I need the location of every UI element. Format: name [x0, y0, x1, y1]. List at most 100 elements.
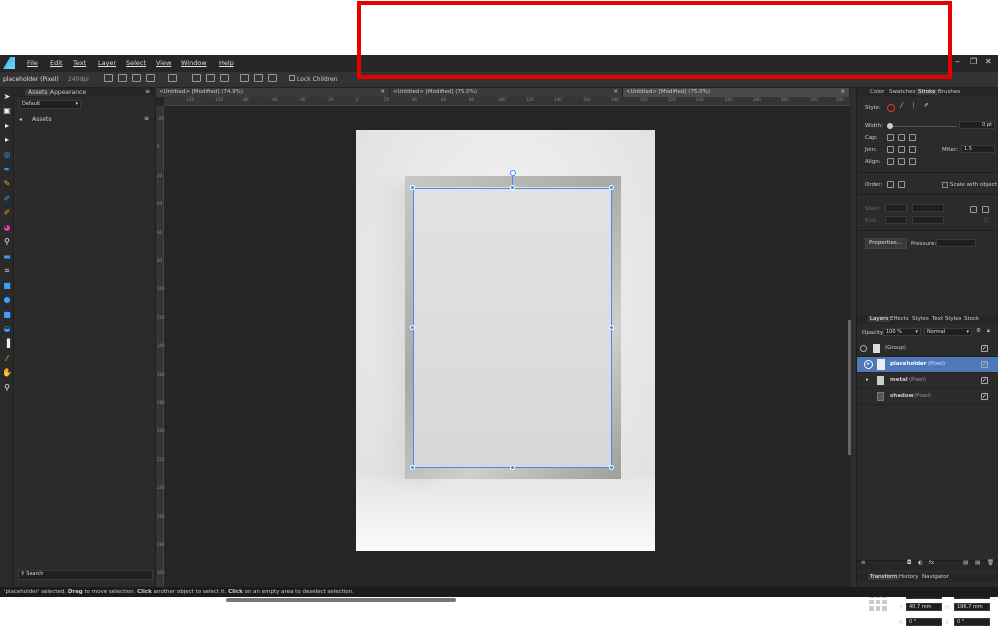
assets-search-input[interactable]: ⚲ Search	[18, 570, 153, 580]
tab-layers[interactable]: Layers	[868, 316, 891, 322]
tab-appearance[interactable]: Appearance	[50, 89, 86, 96]
expand-icon[interactable]: ▸	[864, 360, 873, 369]
snap-icon[interactable]	[118, 74, 127, 82]
doc-tab-1[interactable]: <Untitled> [Modified] (74.9%) ✕	[156, 88, 390, 97]
shear-field[interactable]: 0 °	[954, 618, 990, 626]
artboard-tool-icon[interactable]: ▣	[2, 106, 12, 116]
shapes-tool-icon[interactable]: ◒	[2, 324, 12, 334]
close-icon[interactable]: ✕	[840, 89, 845, 95]
menu-window[interactable]: Window	[181, 59, 207, 67]
duplicate-icon[interactable]: ▤	[975, 560, 980, 566]
arrow-position-icon[interactable]: ◌	[984, 217, 989, 223]
trash-icon[interactable]: 🗑︎	[987, 560, 994, 566]
tab-swatches[interactable]: Swatches	[889, 89, 915, 95]
vertical-ruler[interactable]: -20 0 20 40 60 80 100 120 140 160 180 20…	[156, 106, 165, 597]
panel-menu-icon[interactable]: ≡	[145, 88, 150, 95]
adjustment-icon[interactable]: ◐	[918, 560, 923, 566]
text-tool-icon[interactable]: ▐	[2, 339, 12, 349]
doc-tab-3-active[interactable]: <Untitled> [Modified] (75.0%) ✕	[623, 88, 850, 97]
start-arrow-select[interactable]	[885, 204, 907, 212]
bevel-join-icon[interactable]	[909, 146, 916, 153]
opacity-field[interactable]: 100 % ▾	[883, 328, 921, 336]
stroke-front-icon[interactable]	[898, 181, 905, 188]
layer-row-metal[interactable]: ▸ metal (Pixel) ✓	[857, 373, 998, 389]
menu-select[interactable]: Select	[126, 59, 146, 67]
vector-brush-tool-icon[interactable]: ✐	[2, 194, 12, 204]
tab-history[interactable]: History	[899, 574, 919, 580]
start-arrow-scale[interactable]	[912, 204, 944, 212]
tab-transform[interactable]: Transform	[868, 574, 900, 580]
pen-tool-icon[interactable]: ✒	[2, 165, 12, 175]
visibility-checkbox[interactable]: ✓	[981, 345, 988, 352]
rectangle-tool-icon[interactable]: ■	[2, 281, 12, 291]
selection-handle-top[interactable]	[510, 185, 515, 190]
tab-text-styles[interactable]: Text Styles	[932, 316, 962, 322]
color-picker-tool-icon[interactable]: ⁄	[2, 354, 12, 364]
layer-row-group[interactable]: (Group) ✓	[857, 341, 998, 357]
align-inside-stroke-icon[interactable]	[898, 158, 905, 165]
lock-icon[interactable]: 🔒︎	[987, 328, 990, 335]
align-center-icon[interactable]	[206, 74, 215, 82]
tab-navigator[interactable]: Navigator	[922, 574, 949, 580]
menu-layer[interactable]: Layer	[98, 59, 116, 67]
miter-field[interactable]: 1.5	[961, 145, 995, 153]
selection-bounding-box[interactable]	[413, 188, 612, 468]
menu-text[interactable]: Text	[73, 59, 86, 67]
rotation-field[interactable]: 0 °	[906, 618, 942, 626]
layer-row-shadow[interactable]: shadow (Pixel) ✓	[857, 389, 998, 405]
scale-with-object-checkbox[interactable]	[942, 182, 948, 188]
tab-styles[interactable]: Styles	[912, 316, 929, 322]
fill-tool-icon[interactable]: ◕	[2, 223, 12, 233]
node-tool-icon[interactable]: ▸	[2, 121, 12, 131]
tab-brushes[interactable]: Brushes	[938, 89, 960, 95]
pressure-graph[interactable]	[936, 239, 976, 247]
align-outside-stroke-icon[interactable]	[909, 158, 916, 165]
transform-origin-icon[interactable]	[104, 74, 113, 82]
rotation-handle[interactable]	[510, 170, 516, 176]
menu-view[interactable]: View	[156, 59, 171, 67]
link-icon[interactable]: ⁞	[993, 597, 995, 603]
paint-brush-tool-icon[interactable]: ✐	[2, 208, 12, 218]
horizontal-ruler[interactable]: -120 -100 -80 -60 -40 -20 0 20 40 60 80 …	[164, 97, 850, 106]
width-slider[interactable]	[889, 126, 957, 127]
stroke-behind-icon[interactable]	[887, 181, 894, 188]
visibility-checkbox[interactable]: ✓	[981, 377, 988, 384]
asset-preset-select[interactable]: Default ▾	[19, 100, 81, 109]
close-icon[interactable]: ✕	[613, 89, 618, 95]
width-field[interactable]: 0 pt	[959, 121, 995, 129]
corner-tool-icon[interactable]: ▸	[2, 135, 12, 145]
place-image-tool-icon[interactable]: ▬	[2, 252, 12, 262]
blend-mode-select[interactable]: Normal ▾	[924, 328, 972, 336]
end-arrow-select[interactable]	[885, 216, 907, 224]
visibility-checkbox[interactable]: ✓	[981, 361, 988, 368]
pencil-tool-icon[interactable]: ✎	[2, 179, 12, 189]
solid-line-icon[interactable]: ╱	[900, 103, 903, 109]
tab-stock[interactable]: Stock	[964, 316, 979, 322]
selection-handle-left[interactable]	[410, 325, 415, 330]
layer-stack-icon[interactable]: ≋	[861, 560, 866, 566]
vertical-scrollbar[interactable]	[848, 320, 851, 455]
end-arrow-scale[interactable]	[912, 216, 944, 224]
align-top-icon[interactable]	[240, 74, 249, 82]
point-transform-tool-icon[interactable]: ◎	[2, 150, 12, 160]
round-join-icon[interactable]	[898, 146, 905, 153]
selection-handle-bottom-left[interactable]	[410, 465, 415, 470]
align-center-stroke-icon[interactable]	[887, 158, 894, 165]
visibility-checkbox[interactable]: ✓	[981, 393, 988, 400]
close-icon[interactable]: ✕	[380, 89, 385, 95]
doc-tab-2[interactable]: <Untitled> [Modified] (75.0%) ✕	[390, 88, 623, 97]
hand-tool-icon[interactable]: ✋	[2, 368, 12, 378]
no-stroke-icon[interactable]	[887, 104, 895, 112]
menu-edit[interactable]: Edit	[50, 59, 63, 67]
move-tool-icon[interactable]: ➤	[2, 92, 12, 102]
horizontal-scrollbar[interactable]	[226, 598, 456, 602]
selection-handle-top-left[interactable]	[410, 185, 415, 190]
crop-tool-icon[interactable]: ⌗	[2, 266, 12, 276]
align-middle-icon[interactable]	[254, 74, 263, 82]
align-bottom-icon[interactable]	[268, 74, 277, 82]
swap-arrows-icon[interactable]	[982, 206, 989, 213]
align-right-icon[interactable]	[220, 74, 229, 82]
tab-stroke[interactable]: Stroke	[916, 89, 938, 95]
transparency-tool-icon[interactable]: ⚲	[2, 237, 12, 247]
tab-effects[interactable]: Effects	[890, 316, 909, 322]
